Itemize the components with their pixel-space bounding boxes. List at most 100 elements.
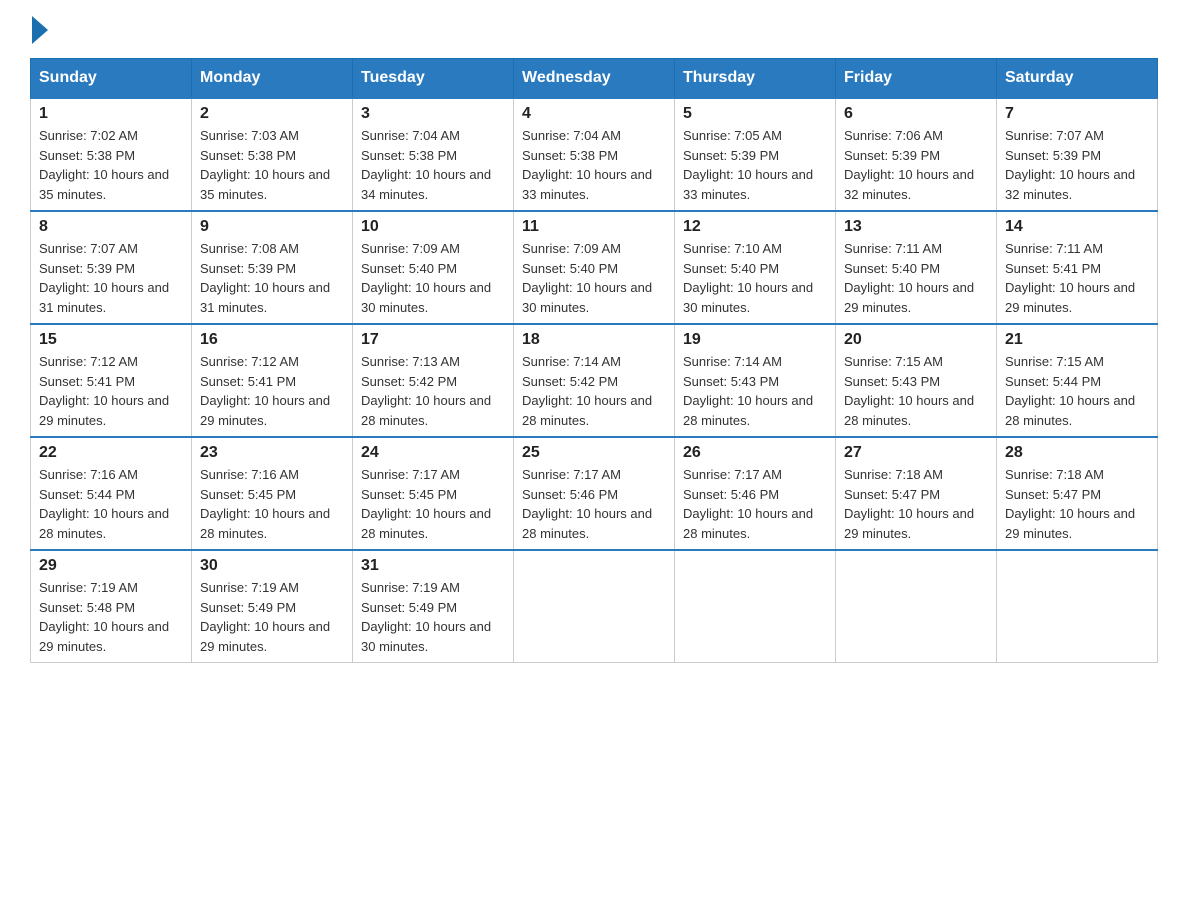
day-number: 22 [39,444,183,462]
day-number: 12 [683,218,827,236]
day-info: Sunrise: 7:15 AM Sunset: 5:44 PM Dayligh… [1005,352,1149,430]
calendar-cell: 6 Sunrise: 7:06 AM Sunset: 5:39 PM Dayli… [836,98,997,211]
calendar-cell: 16 Sunrise: 7:12 AM Sunset: 5:41 PM Dayl… [192,324,353,437]
day-info: Sunrise: 7:04 AM Sunset: 5:38 PM Dayligh… [522,126,666,204]
week-row-3: 15 Sunrise: 7:12 AM Sunset: 5:41 PM Dayl… [31,324,1158,437]
day-info: Sunrise: 7:04 AM Sunset: 5:38 PM Dayligh… [361,126,505,204]
logo-arrow-icon [32,16,48,44]
calendar-table: SundayMondayTuesdayWednesdayThursdayFrid… [30,58,1158,663]
calendar-cell: 18 Sunrise: 7:14 AM Sunset: 5:42 PM Dayl… [514,324,675,437]
week-row-4: 22 Sunrise: 7:16 AM Sunset: 5:44 PM Dayl… [31,437,1158,550]
day-number: 23 [200,444,344,462]
calendar-cell: 2 Sunrise: 7:03 AM Sunset: 5:38 PM Dayli… [192,98,353,211]
weekday-header-saturday: Saturday [997,59,1158,99]
day-info: Sunrise: 7:03 AM Sunset: 5:38 PM Dayligh… [200,126,344,204]
calendar-cell: 15 Sunrise: 7:12 AM Sunset: 5:41 PM Dayl… [31,324,192,437]
calendar-cell: 24 Sunrise: 7:17 AM Sunset: 5:45 PM Dayl… [353,437,514,550]
calendar-cell: 5 Sunrise: 7:05 AM Sunset: 5:39 PM Dayli… [675,98,836,211]
calendar-cell: 23 Sunrise: 7:16 AM Sunset: 5:45 PM Dayl… [192,437,353,550]
day-info: Sunrise: 7:08 AM Sunset: 5:39 PM Dayligh… [200,239,344,317]
day-number: 14 [1005,218,1149,236]
day-info: Sunrise: 7:16 AM Sunset: 5:44 PM Dayligh… [39,465,183,543]
calendar-cell: 30 Sunrise: 7:19 AM Sunset: 5:49 PM Dayl… [192,550,353,663]
day-number: 16 [200,331,344,349]
weekday-header-monday: Monday [192,59,353,99]
day-number: 10 [361,218,505,236]
calendar-cell: 29 Sunrise: 7:19 AM Sunset: 5:48 PM Dayl… [31,550,192,663]
calendar-cell: 8 Sunrise: 7:07 AM Sunset: 5:39 PM Dayli… [31,211,192,324]
week-row-5: 29 Sunrise: 7:19 AM Sunset: 5:48 PM Dayl… [31,550,1158,663]
day-info: Sunrise: 7:16 AM Sunset: 5:45 PM Dayligh… [200,465,344,543]
day-info: Sunrise: 7:09 AM Sunset: 5:40 PM Dayligh… [522,239,666,317]
day-number: 7 [1005,105,1149,123]
calendar-cell: 14 Sunrise: 7:11 AM Sunset: 5:41 PM Dayl… [997,211,1158,324]
day-info: Sunrise: 7:11 AM Sunset: 5:41 PM Dayligh… [1005,239,1149,317]
day-info: Sunrise: 7:02 AM Sunset: 5:38 PM Dayligh… [39,126,183,204]
day-number: 29 [39,557,183,575]
day-number: 17 [361,331,505,349]
day-number: 27 [844,444,988,462]
day-number: 3 [361,105,505,123]
calendar-cell: 9 Sunrise: 7:08 AM Sunset: 5:39 PM Dayli… [192,211,353,324]
calendar-cell: 27 Sunrise: 7:18 AM Sunset: 5:47 PM Dayl… [836,437,997,550]
calendar-cell [514,550,675,663]
day-number: 18 [522,331,666,349]
calendar-cell: 3 Sunrise: 7:04 AM Sunset: 5:38 PM Dayli… [353,98,514,211]
calendar-cell [675,550,836,663]
day-number: 28 [1005,444,1149,462]
calendar-cell: 12 Sunrise: 7:10 AM Sunset: 5:40 PM Dayl… [675,211,836,324]
day-info: Sunrise: 7:13 AM Sunset: 5:42 PM Dayligh… [361,352,505,430]
day-number: 26 [683,444,827,462]
day-info: Sunrise: 7:17 AM Sunset: 5:46 PM Dayligh… [522,465,666,543]
calendar-cell: 22 Sunrise: 7:16 AM Sunset: 5:44 PM Dayl… [31,437,192,550]
day-info: Sunrise: 7:06 AM Sunset: 5:39 PM Dayligh… [844,126,988,204]
weekday-header-wednesday: Wednesday [514,59,675,99]
day-info: Sunrise: 7:05 AM Sunset: 5:39 PM Dayligh… [683,126,827,204]
calendar-cell [997,550,1158,663]
day-info: Sunrise: 7:19 AM Sunset: 5:49 PM Dayligh… [361,578,505,656]
day-info: Sunrise: 7:18 AM Sunset: 5:47 PM Dayligh… [844,465,988,543]
day-number: 2 [200,105,344,123]
calendar-cell: 25 Sunrise: 7:17 AM Sunset: 5:46 PM Dayl… [514,437,675,550]
day-number: 31 [361,557,505,575]
day-info: Sunrise: 7:07 AM Sunset: 5:39 PM Dayligh… [39,239,183,317]
day-number: 20 [844,331,988,349]
weekday-header-friday: Friday [836,59,997,99]
day-info: Sunrise: 7:15 AM Sunset: 5:43 PM Dayligh… [844,352,988,430]
calendar-cell: 26 Sunrise: 7:17 AM Sunset: 5:46 PM Dayl… [675,437,836,550]
week-row-1: 1 Sunrise: 7:02 AM Sunset: 5:38 PM Dayli… [31,98,1158,211]
day-info: Sunrise: 7:09 AM Sunset: 5:40 PM Dayligh… [361,239,505,317]
page-header [30,20,1158,38]
day-number: 30 [200,557,344,575]
logo [30,20,48,38]
weekday-header-sunday: Sunday [31,59,192,99]
calendar-cell: 11 Sunrise: 7:09 AM Sunset: 5:40 PM Dayl… [514,211,675,324]
calendar-cell: 21 Sunrise: 7:15 AM Sunset: 5:44 PM Dayl… [997,324,1158,437]
calendar-cell: 20 Sunrise: 7:15 AM Sunset: 5:43 PM Dayl… [836,324,997,437]
calendar-cell: 31 Sunrise: 7:19 AM Sunset: 5:49 PM Dayl… [353,550,514,663]
calendar-cell: 17 Sunrise: 7:13 AM Sunset: 5:42 PM Dayl… [353,324,514,437]
day-number: 21 [1005,331,1149,349]
day-info: Sunrise: 7:18 AM Sunset: 5:47 PM Dayligh… [1005,465,1149,543]
day-number: 24 [361,444,505,462]
day-number: 4 [522,105,666,123]
day-number: 1 [39,105,183,123]
calendar-cell: 19 Sunrise: 7:14 AM Sunset: 5:43 PM Dayl… [675,324,836,437]
day-info: Sunrise: 7:14 AM Sunset: 5:43 PM Dayligh… [683,352,827,430]
calendar-cell: 7 Sunrise: 7:07 AM Sunset: 5:39 PM Dayli… [997,98,1158,211]
day-info: Sunrise: 7:19 AM Sunset: 5:48 PM Dayligh… [39,578,183,656]
calendar-cell: 28 Sunrise: 7:18 AM Sunset: 5:47 PM Dayl… [997,437,1158,550]
day-number: 15 [39,331,183,349]
day-number: 25 [522,444,666,462]
weekday-header-thursday: Thursday [675,59,836,99]
day-info: Sunrise: 7:10 AM Sunset: 5:40 PM Dayligh… [683,239,827,317]
calendar-cell [836,550,997,663]
day-info: Sunrise: 7:12 AM Sunset: 5:41 PM Dayligh… [39,352,183,430]
day-number: 11 [522,218,666,236]
day-number: 8 [39,218,183,236]
day-number: 5 [683,105,827,123]
day-info: Sunrise: 7:11 AM Sunset: 5:40 PM Dayligh… [844,239,988,317]
day-info: Sunrise: 7:12 AM Sunset: 5:41 PM Dayligh… [200,352,344,430]
calendar-cell: 4 Sunrise: 7:04 AM Sunset: 5:38 PM Dayli… [514,98,675,211]
weekday-header-tuesday: Tuesday [353,59,514,99]
